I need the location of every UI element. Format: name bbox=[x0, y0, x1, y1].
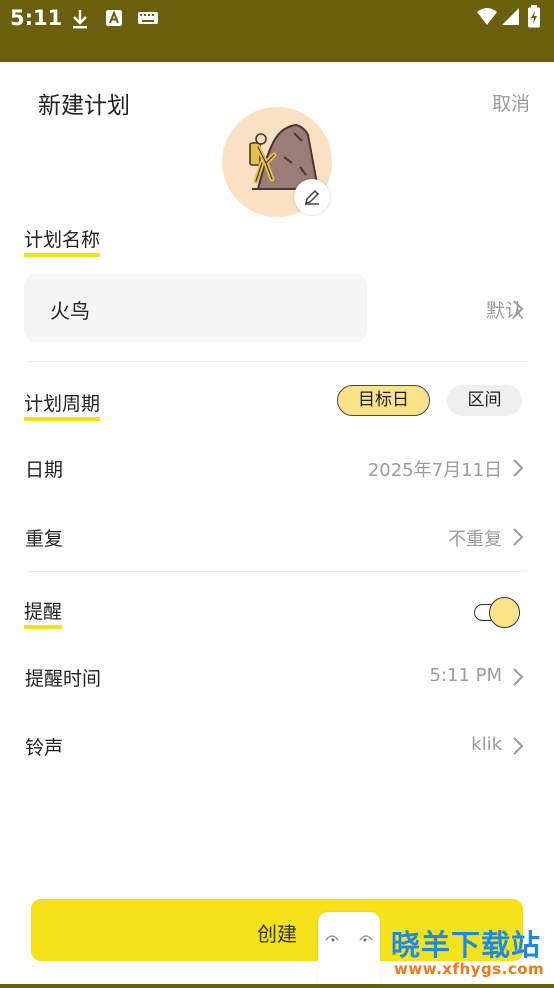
download-icon bbox=[70, 8, 90, 34]
repeat-label: 重复 bbox=[25, 528, 64, 550]
ringtone-value: klik bbox=[471, 734, 502, 755]
pencil-icon bbox=[304, 189, 320, 205]
plan-name-input[interactable]: 火鸟 bbox=[24, 274, 367, 342]
date-label: 日期 bbox=[25, 459, 64, 481]
keyboard-icon bbox=[137, 8, 159, 32]
chevron-right-icon bbox=[513, 668, 524, 686]
plan-avatar[interactable] bbox=[222, 107, 332, 217]
toggle-knob bbox=[489, 597, 520, 628]
watermark-title: 晓羊下载站 bbox=[391, 928, 542, 962]
range-chip[interactable]: 区间 bbox=[447, 385, 522, 416]
wifi-icon bbox=[476, 6, 498, 32]
chevron-right-icon bbox=[513, 459, 524, 477]
watermark-url: www.xfhygs.com bbox=[394, 960, 545, 978]
new-plan-sheet: 新建计划 取消 计划名称 火鸟 默认 计划周期 目标日 区间 日期 2025年7… bbox=[0, 62, 554, 984]
chevron-right-icon bbox=[513, 528, 524, 546]
cancel-button[interactable]: 取消 bbox=[492, 89, 530, 116]
chevron-right-icon bbox=[513, 737, 524, 755]
target-day-chip[interactable]: 目标日 bbox=[337, 385, 430, 416]
status-bar: 5:11 bbox=[0, 0, 554, 62]
section-underline bbox=[24, 625, 63, 629]
chevron-right-icon bbox=[513, 300, 524, 318]
date-value: 2025年7月11日 bbox=[367, 460, 502, 481]
plan-name-label-text: 计划名称 bbox=[24, 229, 101, 251]
reminder-section-label: 提醒 bbox=[24, 597, 63, 629]
reminder-time-label: 提醒时间 bbox=[25, 668, 102, 690]
ringtone-label: 铃声 bbox=[25, 737, 64, 759]
status-time: 5:11 bbox=[10, 6, 63, 30]
sheep-icon bbox=[325, 935, 373, 942]
repeat-value: 不重复 bbox=[448, 529, 502, 550]
plan-name-section-label: 计划名称 bbox=[24, 225, 101, 257]
section-underline bbox=[24, 417, 101, 421]
edit-avatar-button[interactable] bbox=[294, 179, 330, 215]
battery-charging-icon bbox=[527, 5, 541, 33]
signal-icon bbox=[501, 6, 521, 32]
plan-name-value: 火鸟 bbox=[50, 299, 90, 323]
reminder-toggle[interactable] bbox=[474, 597, 520, 628]
plan-period-section-label: 计划周期 bbox=[24, 389, 101, 421]
reminder-time-value: 5:11 PM bbox=[429, 665, 502, 686]
sheet-title: 新建计划 bbox=[38, 93, 130, 119]
reminder-label-text: 提醒 bbox=[24, 601, 63, 623]
a-badge-icon bbox=[105, 8, 123, 32]
divider bbox=[27, 361, 527, 362]
section-underline bbox=[24, 253, 101, 257]
plan-period-label-text: 计划周期 bbox=[24, 393, 101, 415]
watermark-sheep-logo bbox=[318, 912, 380, 984]
divider bbox=[27, 571, 527, 572]
